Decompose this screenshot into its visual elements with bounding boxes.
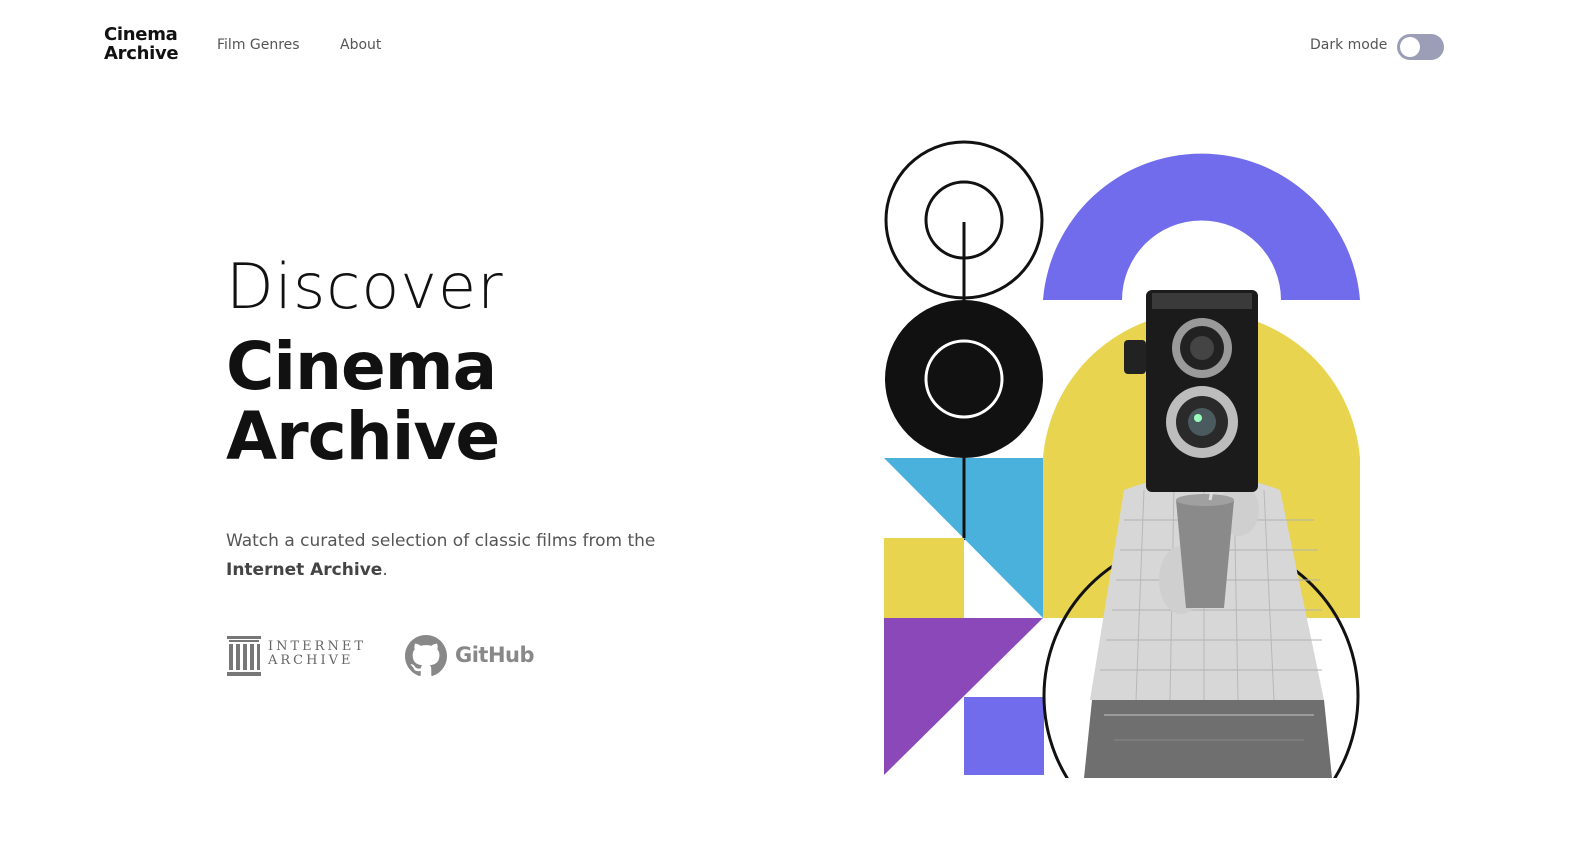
black-disk-shape (885, 300, 1043, 458)
logo-line-2: Archive (104, 43, 179, 64)
logo-line-1: Cinema (104, 24, 178, 45)
ia-line-1: INTERNET (268, 639, 366, 654)
dark-mode-toggle[interactable] (1397, 34, 1444, 60)
internet-archive-wordmark: INTERNET ARCHIVE (268, 640, 366, 668)
toggle-knob (1400, 37, 1420, 57)
desc-internet-archive: Internet Archive (226, 560, 383, 580)
github-link[interactable]: GitHub (405, 635, 535, 679)
yellow-square-shape (884, 538, 964, 618)
archive-building-icon (227, 636, 261, 676)
purple-arch-shape (1043, 153, 1360, 300)
hero-illustration (884, 140, 1360, 778)
nav-about[interactable]: About (340, 37, 381, 53)
hero-description: Watch a curated selection of classic fil… (226, 527, 666, 585)
header: Cinema Archive Film Genres About Dark mo… (0, 0, 1583, 92)
github-wordmark: GitHub (455, 643, 535, 667)
purple-square-shape (964, 697, 1044, 775)
hero-title: Cinema Archive (226, 328, 500, 475)
hero-title-line-1: Cinema (226, 328, 497, 405)
nav-film-genres[interactable]: Film Genres (217, 37, 300, 53)
hero-discover: Discover (226, 250, 504, 323)
ia-line-2: ARCHIVE (268, 653, 354, 668)
desc-prefix: Watch a curated selection of classic fil… (226, 531, 656, 551)
dark-mode-label: Dark mode (1310, 37, 1388, 53)
hero-title-line-2: Archive (226, 398, 500, 475)
desc-suffix: . (382, 560, 388, 580)
github-icon (405, 635, 447, 676)
site-logo[interactable]: Cinema Archive (104, 25, 194, 63)
internet-archive-link[interactable]: INTERNET ARCHIVE (226, 634, 366, 678)
